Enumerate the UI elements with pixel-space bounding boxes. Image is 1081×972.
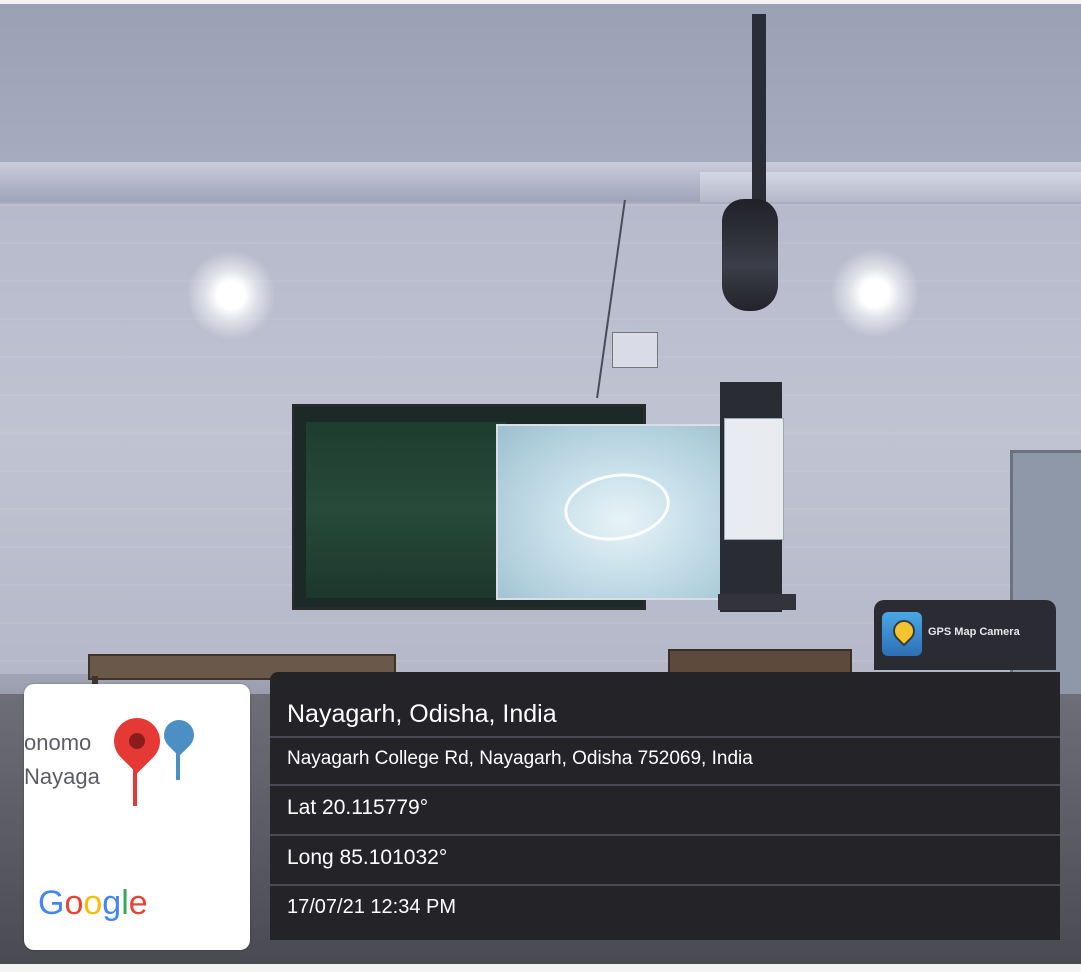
green-board (306, 422, 506, 598)
latitude-value: Lat 20.115779° (287, 796, 429, 819)
divider (270, 834, 1060, 836)
gps-app-name: GPS Map Camera (928, 626, 1020, 638)
ptz-camera (722, 199, 778, 311)
ceiling-light-left (186, 250, 276, 340)
gps-map-camera-icon (882, 612, 922, 656)
map-thumbnail: onomo Nayaga Google (24, 684, 250, 950)
divider (270, 736, 1060, 738)
google-logo: Google (38, 884, 148, 922)
camera-mount-pole (752, 14, 766, 214)
keyboard-shelf (718, 594, 796, 610)
college-pin-icon (157, 713, 201, 757)
wall-mounted-device (612, 332, 658, 368)
map-place-label: onomo (24, 730, 92, 755)
timestamp: 17/07/21 12:34 PM (287, 896, 457, 918)
location-address: Nayagarh College Rd, Nayagarh, Odisha 75… (287, 748, 753, 769)
cabinet-panel (724, 418, 784, 540)
longitude-value: Long 85.101032° (287, 846, 448, 869)
map-place-label: Nayaga (24, 764, 100, 789)
location-title: Nayagarh, Odisha, India (287, 700, 557, 728)
ceiling-light-right (830, 248, 920, 338)
map-pin-icon (104, 708, 170, 774)
divider (270, 784, 1060, 786)
divider (270, 884, 1060, 886)
